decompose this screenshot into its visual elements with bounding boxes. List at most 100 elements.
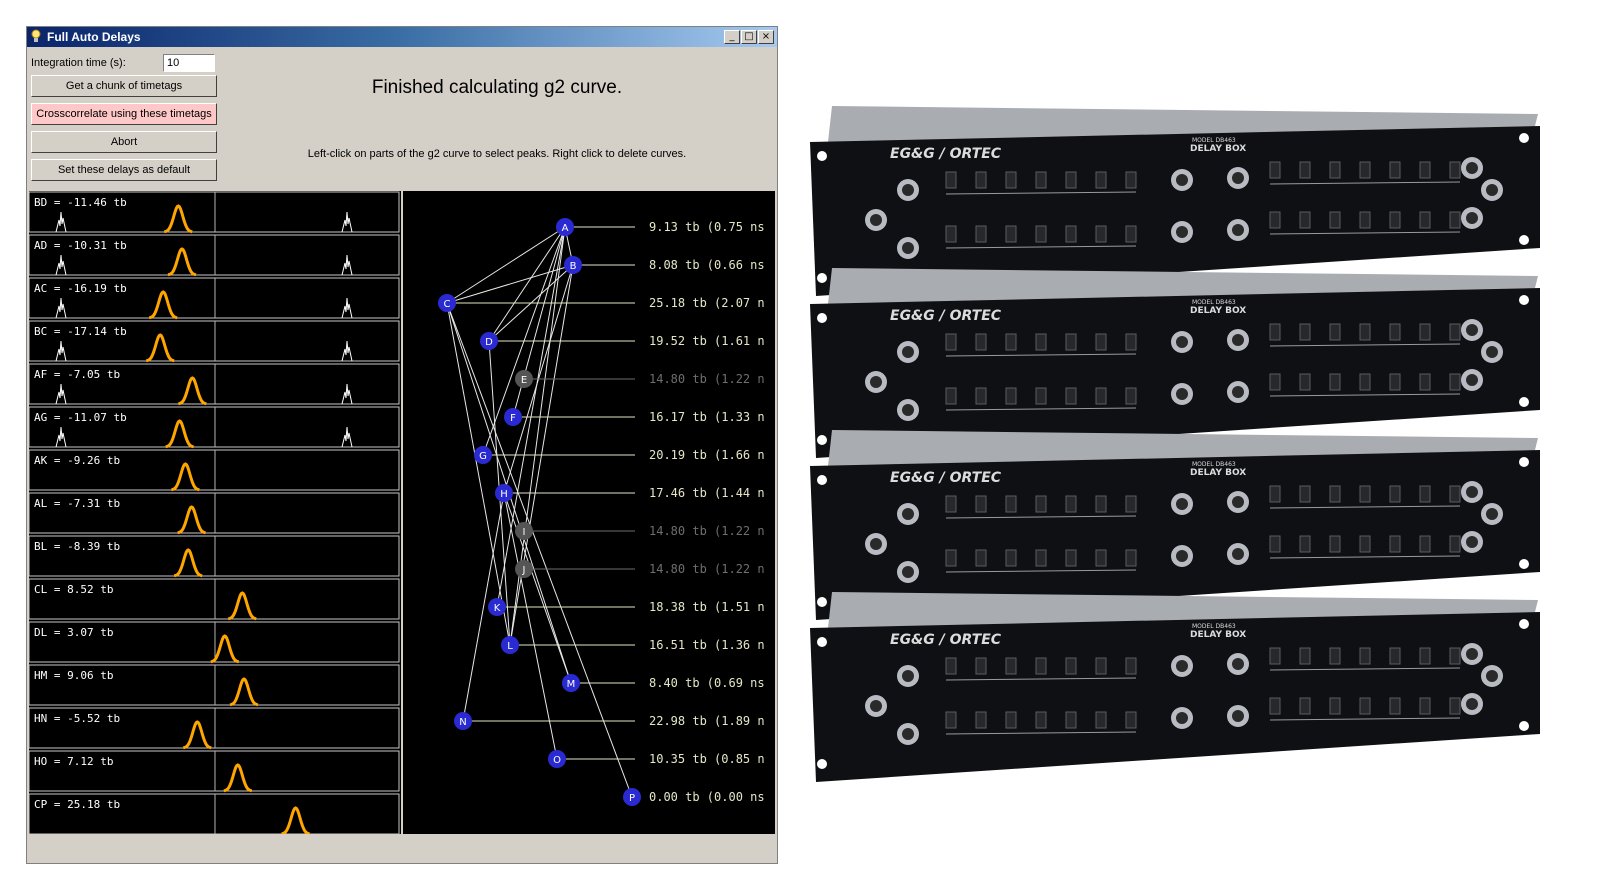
delay-toggle-switch bbox=[1269, 535, 1281, 553]
g2-plot-row: BL = -8.39 tb bbox=[28, 535, 400, 578]
full-auto-delays-window: Full Auto Delays _ □ × Integration time … bbox=[26, 26, 778, 864]
bnc-connector-core bbox=[1176, 174, 1188, 186]
delay-toggle-switch bbox=[1449, 697, 1461, 715]
delay-toggle-switch bbox=[1419, 647, 1431, 665]
title-bar[interactable]: Full Auto Delays _ □ × bbox=[27, 27, 777, 47]
bnc-connector-core bbox=[1176, 660, 1188, 672]
bnc-connector-core bbox=[902, 346, 914, 358]
rack-hole bbox=[817, 313, 827, 323]
g2-plot-row: CL = 8.52 tb bbox=[28, 578, 400, 621]
lightbulb-icon bbox=[31, 29, 41, 42]
delay-toggle-switch bbox=[1359, 161, 1371, 179]
delay-toggle-switch bbox=[1419, 211, 1431, 229]
delay-toggle-switch bbox=[945, 495, 957, 513]
delay-toggle-switch bbox=[1299, 161, 1311, 179]
graph-node[interactable]: L 16.51 tb (1.36 n bbox=[501, 636, 765, 654]
delay-toggle-switch bbox=[1125, 387, 1137, 405]
delay-box-label: DELAY BOX bbox=[1190, 630, 1246, 640]
graph-node[interactable]: O 10.35 tb (0.85 n bbox=[548, 750, 765, 768]
graph-node[interactable]: N 22.98 tb (1.89 n bbox=[454, 712, 765, 730]
delay-toggle-switch bbox=[1389, 211, 1401, 229]
delay-toggle-switch bbox=[975, 171, 987, 189]
delay-toggle-switch bbox=[1329, 373, 1341, 391]
delay-toggle-switch bbox=[1269, 647, 1281, 665]
g2-plots-canvas[interactable]: BD = -11.46 tb AD = -10.31 tb AC = -16.19 … bbox=[28, 191, 401, 836]
maximize-button[interactable]: □ bbox=[741, 30, 757, 44]
plot-label: AK = -9.26 tb bbox=[34, 454, 120, 467]
delay-box-unit: EG&G / ORTEC MODEL DB463DELAY BOX bbox=[810, 268, 1540, 458]
node-id: B bbox=[570, 261, 577, 272]
plot-label: HM = 9.06 tb bbox=[34, 669, 113, 682]
delay-toggle-switch bbox=[945, 171, 957, 189]
graph-node[interactable]: M 8.40 tb (0.69 ns bbox=[562, 674, 765, 692]
delay-toggle-switch bbox=[1449, 323, 1461, 341]
plot-label: BL = -8.39 tb bbox=[34, 540, 120, 553]
graph-node[interactable]: B 8.08 tb (0.66 ns bbox=[564, 256, 765, 274]
minimize-button[interactable]: _ bbox=[724, 30, 740, 44]
delay-toggle-switch bbox=[1035, 387, 1047, 405]
graph-node[interactable]: P 0.00 tb (0.00 ns bbox=[623, 788, 765, 806]
delay-toggle-switch bbox=[1035, 711, 1047, 729]
node-delay: 8.40 tb (0.69 ns bbox=[649, 676, 765, 690]
integration-time-input[interactable]: 10 bbox=[163, 54, 215, 72]
graph-node[interactable]: A 9.13 tb (0.75 ns bbox=[556, 218, 765, 236]
abort-button[interactable]: Abort bbox=[31, 131, 217, 153]
bnc-connector-core bbox=[870, 376, 882, 388]
bnc-connector-core bbox=[1176, 498, 1188, 510]
model-label: MODEL DB463 bbox=[1192, 461, 1236, 468]
node-delay: 19.52 tb (1.61 n bbox=[649, 334, 765, 348]
node-id: F bbox=[510, 413, 516, 424]
graph-node[interactable]: H 17.46 tb (1.44 n bbox=[495, 484, 765, 502]
delay-toggle-switch bbox=[1005, 387, 1017, 405]
bnc-connector-core bbox=[1466, 212, 1478, 224]
g2-plot-row: BC = -17.14 tb bbox=[28, 320, 400, 363]
delay-toggle-switch bbox=[1329, 485, 1341, 503]
delay-toggle-switch bbox=[1065, 711, 1077, 729]
delay-toggle-switch bbox=[1095, 171, 1107, 189]
plot-label: HO = 7.12 tb bbox=[34, 755, 113, 768]
graph-node[interactable]: F 16.17 tb (1.33 n bbox=[504, 408, 765, 426]
delay-toggle-switch bbox=[1065, 549, 1077, 567]
bnc-connector-core bbox=[1466, 698, 1478, 710]
bnc-connector-core bbox=[1486, 184, 1498, 196]
bnc-connector-core bbox=[1232, 548, 1244, 560]
delay-graph-panel[interactable]: A 9.13 tb (0.75 ns B 8.08 tb (0.66 ns C 25.18… bbox=[403, 191, 775, 834]
delay-box-label: DELAY BOX bbox=[1190, 306, 1246, 316]
delay-toggle-switch bbox=[1449, 647, 1461, 665]
rack-hole bbox=[817, 273, 827, 283]
node-id: K bbox=[494, 603, 501, 614]
graph-node[interactable]: J 14.80 tb (1.22 n bbox=[515, 560, 765, 578]
get-timetags-button[interactable]: Get a chunk of timetags bbox=[31, 75, 217, 97]
crosscorrelate-button[interactable]: Crosscorrelate using these timetags bbox=[31, 103, 217, 125]
graph-node[interactable]: I 14.80 tb (1.22 n bbox=[515, 522, 765, 540]
close-button[interactable]: × bbox=[758, 30, 774, 44]
rack-hole bbox=[817, 637, 827, 647]
delay-toggle-switch bbox=[1095, 549, 1107, 567]
delay-toggle-switch bbox=[1419, 485, 1431, 503]
plot-label: DL = 3.07 tb bbox=[34, 626, 113, 639]
bnc-connector-core bbox=[1232, 710, 1244, 722]
graph-node[interactable]: K 18.38 tb (1.51 n bbox=[488, 598, 765, 616]
node-delay: 10.35 tb (0.85 n bbox=[649, 752, 765, 766]
set-default-delays-button[interactable]: Set these delays as default bbox=[31, 159, 217, 181]
delay-box-unit: EG&G / ORTEC MODEL DB463DELAY BOX bbox=[810, 106, 1540, 296]
delay-toggle-switch bbox=[1095, 333, 1107, 351]
delay-toggle-switch bbox=[1065, 495, 1077, 513]
graph-node[interactable]: E 14.80 tb (1.22 n bbox=[515, 370, 765, 388]
delay-toggle-switch bbox=[1329, 161, 1341, 179]
graph-node[interactable]: C 25.18 tb (2.07 n bbox=[438, 294, 765, 312]
graph-node[interactable]: D 19.52 tb (1.61 n bbox=[480, 332, 765, 350]
bnc-connector-core bbox=[1232, 172, 1244, 184]
g2-plots-panel[interactable]: BD = -11.46 tb AD = -10.31 tb AC = -16.19 … bbox=[28, 191, 401, 836]
rack-hole bbox=[817, 597, 827, 607]
graph-edges bbox=[446, 226, 633, 798]
delay-toggle-switch bbox=[1449, 535, 1461, 553]
status-message: Finished calculating g2 curve. bbox=[371, 77, 623, 98]
delay-toggle-switch bbox=[1005, 333, 1017, 351]
model-label: MODEL DB463 bbox=[1192, 137, 1236, 144]
delay-toggle-switch bbox=[975, 657, 987, 675]
delay-graph-canvas[interactable]: A 9.13 tb (0.75 ns B 8.08 tb (0.66 ns C 25.18… bbox=[403, 191, 775, 834]
delay-toggle-switch bbox=[1035, 225, 1047, 243]
node-id: L bbox=[507, 641, 513, 652]
delay-toggle-switch bbox=[1299, 485, 1311, 503]
